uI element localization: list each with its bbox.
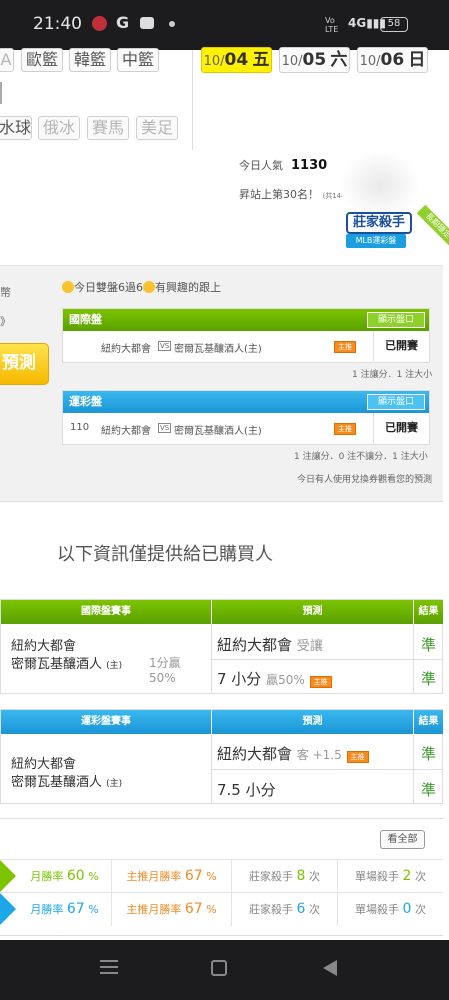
signal-icon: Vo LTE [325,16,339,34]
prediction-pick: 紐約大都會 受讓 [217,636,323,654]
team-away: 紐約大都會 [11,639,77,654]
main-pick-tag: 主推 [346,751,369,763]
league-chip-american-football[interactable]: 美足 [136,116,178,140]
main-pick-tag: 主推 [334,341,356,353]
league-chip-china-basketball[interactable]: 中籃 [117,48,159,72]
nav-divider [0,82,2,104]
league-chip[interactable]: A [0,48,14,72]
google-icon: G [116,13,130,32]
app-notification-icon [92,16,107,31]
back-icon[interactable] [323,960,337,976]
col-header-result: 結果 [414,600,443,624]
team-away: 紐約大都會 [11,757,77,772]
match-status: 已開賽 [373,413,429,443]
date-tab-1006[interactable]: 10/06 日 [357,47,428,73]
match-row[interactable]: 紐約大都會 VS 密爾瓦基釀酒人(主) 主推 已開賽 [63,331,429,361]
league-chip-euro-basketball[interactable]: 歐籃 [21,48,63,72]
nav-separator [192,50,193,150]
prediction-pick: 7 小分 贏50% 主推 [217,668,332,689]
purchasers-only-title: 以下資訊僅提供給已購買人 [57,544,273,565]
banker-killer-count: 莊家殺手 8 次 [231,860,337,893]
intl-odds-card: 國際盤 顯示盤口 紐約大都會 VS 密爾瓦基釀酒人(主) 主推 已開賽 [62,308,430,363]
main-pick-tag: 主推 [334,423,356,435]
see-all-button[interactable]: 看全部 [380,830,425,849]
main-pick-winrate: 主推月勝率 67 % [111,893,231,926]
league-chip-korea-basketball[interactable]: 韓籃 [69,48,111,72]
team-away: 紐約大都會 [101,426,151,437]
main-pick-winrate: 主推月勝率 67 % [111,860,231,893]
col-header-predict: 預測 [212,600,413,624]
sports-footnote: 1 注讓分．0 注不讓分．1 注大小 [294,452,428,462]
sports-odds-card: 運彩盤 顯示盤口 110 紐約大都會 VS 密爾瓦基釀酒人(主) 主推 已開賽 [62,390,430,445]
show-odds-button[interactable]: 顯示盤口 [367,394,425,410]
result-mark: 準 [421,745,437,763]
banker-killer-badge: 莊家殺手 [346,212,412,234]
vs-icon: VS [158,423,172,433]
home-icon[interactable] [211,960,227,976]
panel-left-text: 》 [0,315,11,328]
team-home: 密爾瓦基釀酒人(主) [174,344,262,355]
month-winrate: 月勝率 67 % [30,901,99,917]
intl-result-table: 國際盤賽事 預測 結果 紐約大都會 密爾瓦基釀酒人 (主) 1分贏 50% 紐約… [0,599,443,694]
col-header-match: 運彩盤賽事 [1,710,211,734]
sports-card-header: 運彩盤 顯示盤口 [63,391,429,413]
col-header-match: 國際盤賽事 [1,600,211,624]
team-home: 密爾瓦基釀酒人 (主) [11,775,123,790]
show-odds-button[interactable]: 顯示盤口 [367,312,425,328]
banker-killer-count: 莊家殺手 6 次 [231,893,337,926]
league-chip-russia-hockey[interactable]: 俄冰 [38,116,80,140]
col-header-predict: 預測 [212,710,413,734]
status-bar: 21:40 G Vo LTE 4G▮▮▮ 58 [0,0,449,50]
team-away: 紐約大都會 [101,344,151,355]
league-chip-horse-racing[interactable]: 賽馬 [87,116,129,140]
date-tab-1004[interactable]: 10/04 五 [201,47,272,73]
col-header-result: 結果 [414,710,443,734]
green-arrow-icon [0,860,16,892]
main-pick-tag: 主推 [309,676,332,688]
battery-icon: 58 [380,17,408,32]
smile-emoji-icon [62,281,74,293]
intl-footnote: 1 注讓分．1 注大小 [352,370,433,380]
prediction-pick: 7.5 小分 [217,781,276,799]
chat-icon [140,17,154,29]
result-mark: 準 [421,636,437,654]
match-status: 已開賽 [373,331,429,361]
badge-splash-graphic [340,150,420,220]
system-nav-bar [0,940,449,1000]
match-row[interactable]: 110 紐約大都會 VS 密爾瓦基釀酒人(主) 主推 已開賽 [63,413,429,443]
clock: 21:40 [33,14,82,34]
stats-row: 月勝率 60 % 主推月勝率 67 % 莊家殺手 8 次 單場殺手 2 次 [0,859,443,893]
smile-emoji-icon [143,281,155,293]
team-home: 密爾瓦基釀酒人 (主) [11,657,123,672]
badge-subtitle: MLB運彩盤 [346,234,406,248]
team-home: 密爾瓦基釀酒人(主) [174,426,262,437]
score-percent: 50% [149,671,176,685]
daily-note: 今日雙盤6過6 有興趣的跟上 [62,279,221,295]
prediction-pick: 紐約大都會 客 +1.5 主推 [217,743,369,764]
menu-icon[interactable] [100,960,118,974]
panel-left-text: 幣 [0,286,11,299]
popularity: 今日人氣 1130 [239,158,328,173]
stats-row: 月勝率 67 % 主推月勝率 67 % 莊家殺手 6 次 單場殺手 0 次 [0,892,443,926]
sports-result-table: 運彩盤賽事 預測 結果 紐約大都會 密爾瓦基釀酒人 (主) 紐約大都會 客 +1… [0,709,443,804]
intl-card-header: 國際盤 顯示盤口 [63,309,429,331]
single-killer-count: 單場殺手 0 次 [337,893,443,926]
dot-icon [169,21,175,27]
league-chip-water-polo[interactable]: 水球 [0,116,32,140]
month-winrate: 月勝率 60 % [30,868,99,884]
date-tab-1005[interactable]: 10/05 六 [279,47,350,73]
vs-icon: VS [158,341,172,351]
single-killer-count: 單場殺手 2 次 [337,860,443,893]
blue-arrow-icon [0,893,16,925]
predict-button[interactable]: 預測 [0,343,49,385]
score-result: 1分贏 [149,656,181,670]
result-mark: 準 [421,781,437,799]
voucher-note: 今日有人使用兌換券觀看您的預測 [297,475,433,485]
match-number: 110 [70,422,90,433]
result-mark: 準 [421,670,437,688]
